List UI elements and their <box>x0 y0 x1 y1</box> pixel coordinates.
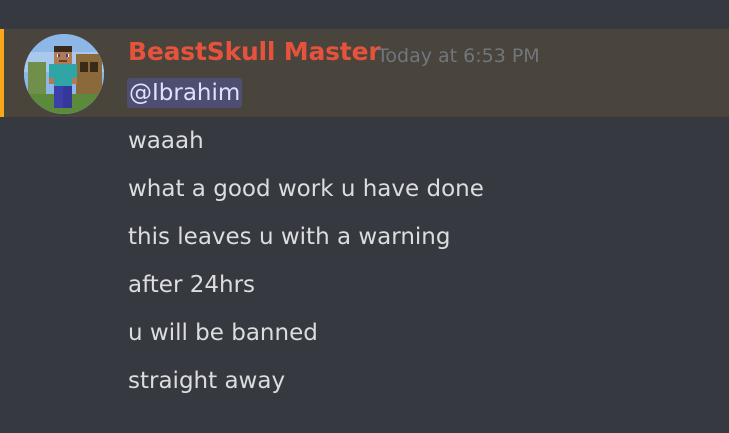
message-line: u will be banned <box>128 320 318 346</box>
message-line: straight away <box>128 368 286 394</box>
previous-message-area <box>0 0 729 29</box>
minecraft-steve-icon <box>24 34 104 114</box>
author-avatar[interactable] <box>24 34 104 114</box>
message-line: what a good work u have done <box>128 176 484 202</box>
user-mention[interactable]: @Ibrahim <box>127 78 243 108</box>
message-line: waaah <box>128 128 204 154</box>
mention-highlight-bar <box>0 29 4 117</box>
author-name[interactable]: BeastSkull Master <box>128 36 381 68</box>
message-line: after 24hrs <box>128 272 256 298</box>
message-timestamp: Today at 6:53 PM <box>377 45 540 67</box>
message-line: this leaves u with a warning <box>128 224 451 250</box>
